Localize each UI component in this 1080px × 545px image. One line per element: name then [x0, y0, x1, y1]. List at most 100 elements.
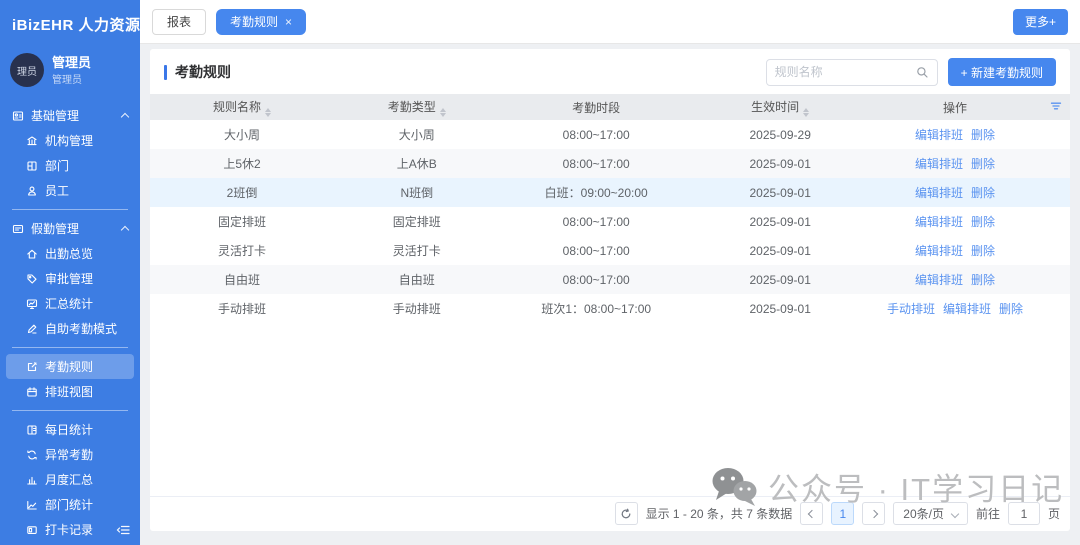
- sync-arrows-icon: [26, 449, 38, 461]
- pagination: 显示 1 - 20 条，共 7 条数据 1 20条/页 前往 页: [150, 496, 1070, 531]
- user-profile[interactable]: 理员 管理员 管理员: [0, 45, 140, 99]
- delete-link[interactable]: 删除: [971, 273, 995, 287]
- tab-bar: 报表 考勤规则 × 更多+: [140, 0, 1080, 44]
- edit-icon: [26, 361, 38, 373]
- table-row[interactable]: 大小周 大小周 08:00~17:00 2025-09-29 编辑排班删除: [150, 120, 1070, 149]
- edit-schedule-link[interactable]: 编辑排班: [915, 157, 963, 171]
- list-card-icon: [12, 223, 24, 235]
- chevron-down-icon: [951, 509, 959, 517]
- sort-icon[interactable]: [265, 108, 271, 117]
- sidebar-divider: [12, 347, 128, 348]
- delete-link[interactable]: 删除: [971, 128, 995, 142]
- user-role: 管理员: [52, 71, 91, 86]
- sidebar-item-attendance-rules[interactable]: 考勤规则: [6, 354, 134, 379]
- chevron-up-icon: [121, 226, 129, 234]
- page-unit-label: 页: [1048, 505, 1060, 522]
- table-empty-space: [150, 323, 1070, 496]
- column-settings-header[interactable]: [1042, 94, 1070, 120]
- id-card-icon: [12, 110, 24, 122]
- table-row[interactable]: 2班倒 N班倒 白班：09:00~20:00 2025-09-01 编辑排班删除: [150, 178, 1070, 207]
- search-input[interactable]: [775, 65, 916, 79]
- sidebar-item-attendance-overview[interactable]: 出勤总览: [0, 241, 140, 266]
- user-name: 管理员: [52, 54, 91, 72]
- tab-reports[interactable]: 报表: [152, 9, 206, 35]
- sidebar: iBizEHR 人力资源 理员 管理员 管理员 基础管理 机构管理 部门 员工: [0, 0, 140, 545]
- page-size-select[interactable]: 20条/页: [893, 502, 968, 525]
- sidebar-divider: [12, 410, 128, 411]
- goto-label: 前往: [976, 505, 1000, 522]
- column-header-effective-date[interactable]: 生效时间: [693, 94, 868, 120]
- edit-schedule-link[interactable]: 编辑排班: [915, 273, 963, 287]
- page-number-button[interactable]: 1: [831, 502, 854, 525]
- sidebar-item-monthly-summary[interactable]: 月度汇总: [0, 467, 140, 492]
- tab-attendance-rules[interactable]: 考勤规则 ×: [216, 9, 306, 35]
- sidebar-section-basic-management[interactable]: 基础管理: [0, 103, 140, 128]
- sidebar-item-approval-management[interactable]: 审批管理: [0, 266, 140, 291]
- edit-schedule-link[interactable]: 编辑排班: [915, 128, 963, 142]
- sidebar-section-attendance-management[interactable]: 假勤管理: [0, 216, 140, 241]
- pagination-info: 显示 1 - 20 条，共 7 条数据: [646, 505, 793, 522]
- sort-icon[interactable]: [440, 108, 446, 117]
- search-icon[interactable]: [916, 66, 929, 79]
- delete-link[interactable]: 删除: [971, 157, 995, 171]
- sidebar-item-self-attendance-mode[interactable]: 自助考勤模式: [0, 316, 140, 341]
- goto-page-input[interactable]: [1008, 502, 1040, 525]
- new-rule-button[interactable]: + 新建考勤规则: [948, 58, 1056, 86]
- edit-schedule-link[interactable]: 编辑排班: [915, 186, 963, 200]
- daily-report-icon: [26, 424, 38, 436]
- edit-schedule-link[interactable]: 编辑排班: [943, 302, 991, 316]
- prev-page-button[interactable]: [800, 502, 823, 525]
- sidebar-item-abnormal-attendance[interactable]: 异常考勤: [0, 442, 140, 467]
- tag-icon: [26, 273, 38, 285]
- edit-schedule-link[interactable]: 编辑排班: [915, 244, 963, 258]
- table-row[interactable]: 灵活打卡 灵活打卡 08:00~17:00 2025-09-01 编辑排班删除: [150, 236, 1070, 265]
- table-row[interactable]: 自由班 自由班 08:00~17:00 2025-09-01 编辑排班删除: [150, 265, 1070, 294]
- manual-schedule-link[interactable]: 手动排班: [887, 302, 935, 316]
- main-area: 报表 考勤规则 × 更多+ 考勤规则 + 新建考勤规则: [140, 0, 1080, 545]
- sidebar-item-schedule-view[interactable]: 排班视图: [0, 379, 140, 404]
- sidebar-item-daily-stats[interactable]: 每日统计: [0, 417, 140, 442]
- line-chart-icon: [26, 499, 38, 511]
- table-header-row: 规则名称 考勤类型 考勤时段 生效时间 操作: [150, 94, 1070, 120]
- column-header-rule-name[interactable]: 规则名称: [150, 94, 334, 120]
- delete-link[interactable]: 删除: [971, 186, 995, 200]
- user-icon: [26, 185, 38, 197]
- table-row[interactable]: 固定排班 固定排班 08:00~17:00 2025-09-01 编辑排班删除: [150, 207, 1070, 236]
- department-icon: [26, 160, 38, 172]
- next-page-button[interactable]: [862, 502, 885, 525]
- close-icon[interactable]: ×: [285, 16, 292, 28]
- sidebar-item-org-management[interactable]: 机构管理: [0, 128, 140, 153]
- sidebar-item-employee[interactable]: 员工: [0, 178, 140, 203]
- column-header-attendance-type[interactable]: 考勤类型: [334, 94, 500, 120]
- bar-chart-icon: [26, 474, 38, 486]
- column-filter-icon[interactable]: [1050, 100, 1062, 112]
- pen-icon: [26, 323, 38, 335]
- page-title: 考勤规则: [175, 62, 231, 82]
- chevron-up-icon: [121, 113, 129, 121]
- column-header-attendance-period: 考勤时段: [500, 94, 693, 120]
- search-box: [766, 59, 938, 86]
- title-accent-bar: [164, 65, 167, 80]
- sort-icon[interactable]: [803, 108, 809, 117]
- sidebar-collapse-icon[interactable]: [116, 524, 130, 539]
- column-header-actions: 操作: [868, 94, 1043, 120]
- refresh-button[interactable]: [615, 502, 638, 525]
- bank-icon: [26, 135, 38, 147]
- sidebar-item-department[interactable]: 部门: [0, 153, 140, 178]
- more-button[interactable]: 更多+: [1013, 9, 1068, 35]
- avatar: 理员: [10, 53, 44, 87]
- sidebar-menu: 基础管理 机构管理 部门 员工 假勤管理 出勤总览 审批管理: [0, 99, 140, 545]
- sidebar-item-summary-stats[interactable]: 汇总统计: [0, 291, 140, 316]
- edit-schedule-link[interactable]: 编辑排班: [915, 215, 963, 229]
- app-title: iBizEHR 人力资源: [0, 0, 140, 45]
- sidebar-item-department-stats[interactable]: 部门统计: [0, 492, 140, 517]
- delete-link[interactable]: 删除: [971, 215, 995, 229]
- delete-link[interactable]: 删除: [971, 244, 995, 258]
- table-row[interactable]: 上5休2 上A休B 08:00~17:00 2025-09-01 编辑排班删除: [150, 149, 1070, 178]
- content-card: 考勤规则 + 新建考勤规则 规则名称 考勤类型 考勤时段 生效时间: [150, 49, 1070, 531]
- table-row[interactable]: 手动排班 手动排班 班次1：08:00~17:00 2025-09-01 手动排…: [150, 294, 1070, 323]
- chart-monitor-icon: [26, 298, 38, 310]
- home-icon: [26, 248, 38, 260]
- record-card-icon: [26, 524, 38, 536]
- delete-link[interactable]: 删除: [999, 302, 1023, 316]
